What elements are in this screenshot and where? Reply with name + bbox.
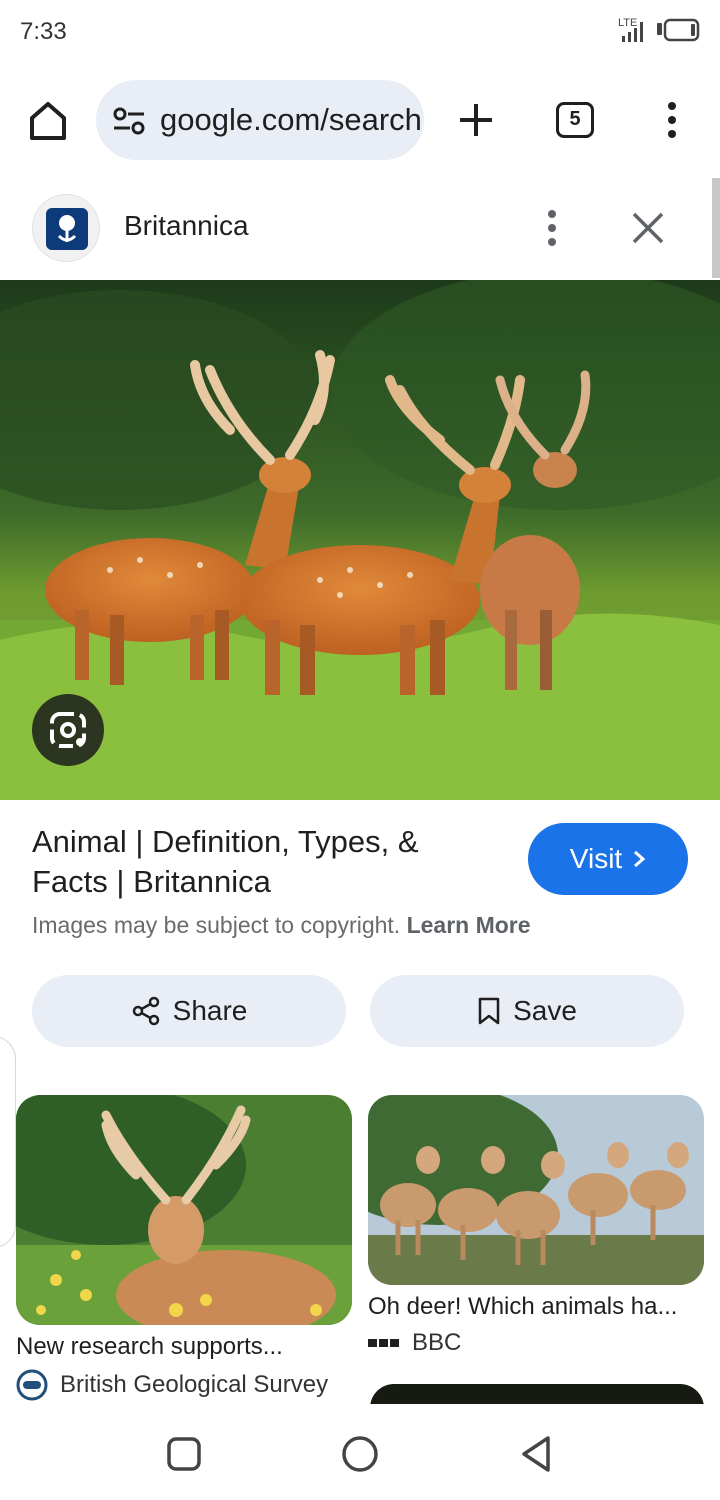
image-panel-header: Britannica [0, 178, 720, 280]
related-title[interactable]: New research supports... [16, 1333, 283, 1361]
share-button[interactable]: Share [32, 975, 346, 1047]
visit-button[interactable]: Visit [528, 823, 688, 895]
status-icons: LTE [618, 16, 700, 44]
share-label: Share [172, 995, 248, 1026]
tune-icon[interactable] [112, 106, 146, 136]
edge-panel-handle[interactable] [0, 1036, 16, 1248]
related-source-name: BBC [412, 1329, 462, 1356]
related-image[interactable] [368, 1095, 704, 1285]
signal-icon: LTE [618, 17, 643, 42]
battery-icon [657, 18, 700, 42]
status-bar: 7:33 LTE [0, 0, 720, 64]
related-card[interactable]: New research supports... British Geologi… [16, 1095, 352, 1401]
related-source: British Geological Survey [16, 1369, 328, 1401]
bookmark-icon [478, 997, 500, 1025]
copyright-text: Images may be subject to copyright. [32, 912, 401, 938]
chevron-right-icon [634, 850, 646, 868]
tab-switcher-button[interactable]: 5 [556, 102, 594, 138]
bgs-favicon [16, 1369, 48, 1401]
related-image[interactable] [16, 1095, 352, 1325]
panel-more-button[interactable] [540, 208, 564, 248]
scrollbar[interactable] [712, 178, 720, 278]
status-time: 7:33 [20, 18, 67, 45]
system-nav-bar [0, 1404, 720, 1500]
close-panel-button[interactable] [630, 210, 666, 246]
visit-label: Visit [569, 843, 623, 874]
browser-menu-button[interactable] [660, 100, 684, 140]
network-type-label: LTE [618, 17, 637, 29]
site-favicon[interactable] [32, 194, 100, 262]
save-button[interactable]: Save [370, 975, 684, 1047]
more-vert-icon [548, 210, 556, 246]
related-source: BBC [368, 1329, 461, 1357]
home-icon [30, 102, 66, 140]
copyright-notice: Images may be subject to copyright. Lear… [32, 912, 531, 939]
learn-more-link[interactable]: Learn More [407, 912, 531, 938]
url-text: google.com/search [160, 102, 420, 137]
site-name[interactable]: Britannica [124, 210, 249, 242]
related-source-name: British Geological Survey [60, 1371, 329, 1398]
address-bar[interactable]: google.com/search [96, 80, 424, 160]
recents-icon[interactable] [166, 1436, 202, 1472]
result-title[interactable]: Animal | Definition, Types, & Facts | Br… [32, 822, 502, 902]
back-icon[interactable] [518, 1434, 554, 1474]
lens-icon [50, 712, 86, 748]
plus-icon [460, 104, 492, 136]
more-vert-icon [668, 102, 676, 138]
lens-search-button[interactable] [32, 694, 104, 766]
britannica-favicon [46, 208, 88, 250]
home-button[interactable] [24, 96, 72, 144]
home-circle-icon[interactable] [340, 1434, 380, 1474]
bbc-favicon [368, 1339, 399, 1347]
main-image[interactable] [0, 280, 720, 800]
related-title[interactable]: Oh deer! Which animals ha... [368, 1293, 677, 1321]
browser-toolbar: google.com/search 5 [0, 64, 720, 241]
share-icon [132, 996, 159, 1026]
save-label: Save [513, 995, 577, 1026]
related-card[interactable]: Oh deer! Which animals ha... BBC [368, 1095, 704, 1365]
close-icon [632, 212, 664, 244]
new-tab-button[interactable] [456, 100, 496, 140]
